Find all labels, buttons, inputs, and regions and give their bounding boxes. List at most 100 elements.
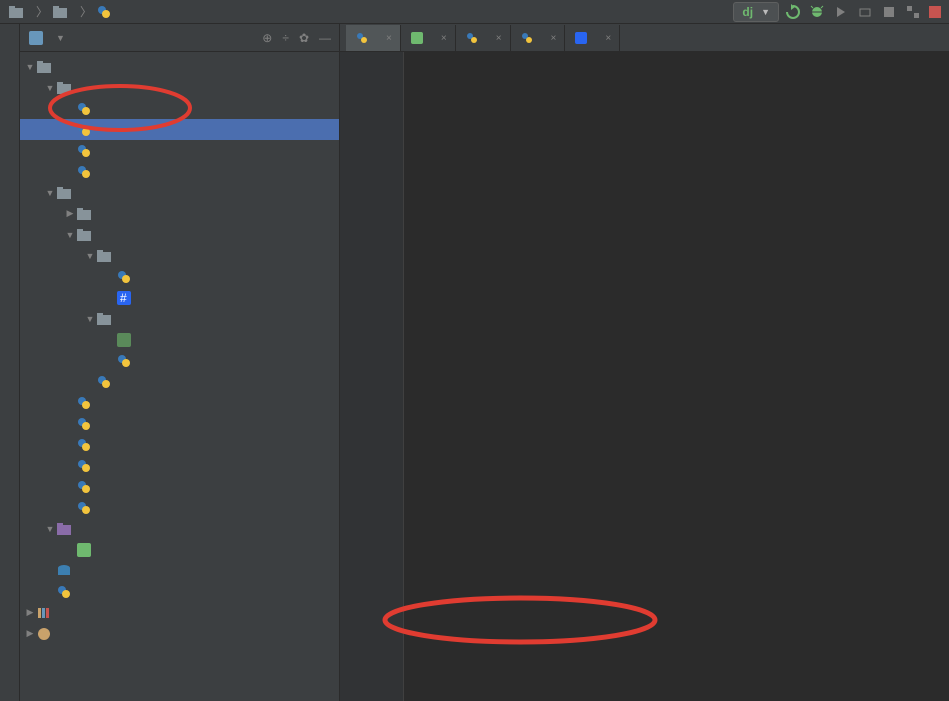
folder-icon [56, 522, 72, 536]
python-file-icon [76, 438, 92, 452]
folder-icon [56, 186, 72, 200]
run-config-dropdown[interactable]: dj ▼ [733, 2, 779, 22]
run-tests-icon[interactable] [833, 4, 849, 20]
tree-root[interactable]: ▼ [20, 56, 339, 77]
folder-icon [76, 228, 92, 242]
python-file-icon [354, 31, 370, 45]
css-file-icon [573, 31, 589, 45]
tree-file-initpy4[interactable] [20, 392, 339, 413]
hide-icon[interactable]: — [319, 31, 331, 45]
library-icon [36, 606, 52, 620]
tree-file-init[interactable] [20, 98, 339, 119]
folder-icon [96, 312, 112, 326]
python-file-icon [76, 165, 92, 179]
close-icon[interactable]: × [382, 33, 392, 44]
tree-file-manage[interactable] [20, 581, 339, 602]
image-file-icon [116, 333, 132, 347]
django-icon: dj [742, 5, 753, 19]
python-file-icon [96, 5, 112, 19]
close-icon[interactable]: × [492, 33, 502, 44]
tab-quickstyle[interactable]: × [565, 25, 620, 51]
close-icon[interactable]: × [547, 33, 557, 44]
tree-file-admin[interactable] [20, 413, 339, 434]
db-file-icon [56, 564, 72, 578]
tree-file-urls[interactable] [20, 140, 339, 161]
tree-scratches[interactable]: ▶ [20, 623, 339, 644]
tree-file-models[interactable] [20, 455, 339, 476]
tree-file-saints[interactable] [20, 329, 339, 350]
tree-file-views[interactable] [20, 497, 339, 518]
tree-folder-templates[interactable]: ▼ [20, 518, 339, 539]
tree-folder-quick[interactable]: ▼ [20, 182, 339, 203]
chevron-down-icon: ▼ [761, 7, 770, 17]
project-icon [28, 31, 44, 45]
tree-file-initpy3[interactable] [20, 371, 339, 392]
tree-file-db[interactable] [20, 560, 339, 581]
chevron-down-icon[interactable]: ▼ [56, 33, 65, 43]
css-file-icon: # [116, 291, 132, 305]
line-number-gutter[interactable] [340, 52, 390, 701]
tab-urls[interactable]: × [511, 25, 566, 51]
tools-icon[interactable] [905, 4, 921, 20]
svg-text:#: # [120, 291, 127, 305]
close-icon[interactable]: × [437, 33, 447, 44]
tree-file-tests[interactable] [20, 476, 339, 497]
attach-icon[interactable] [857, 4, 873, 20]
stop-icon[interactable] [881, 4, 897, 20]
project-panel-header: ▼ ⊕ ÷ ✿ — [20, 24, 339, 52]
tree-file-initpy[interactable] [20, 266, 339, 287]
folder-icon [56, 81, 72, 95]
gear-icon[interactable]: ✿ [299, 31, 309, 45]
tree-folder-djangoquick[interactable]: ▼ [20, 77, 339, 98]
breadcrumb: 〉 〉 [8, 3, 727, 20]
tree-folder-static[interactable]: ▼ [20, 224, 339, 245]
python-file-icon [76, 417, 92, 431]
tree-file-quickstyle[interactable]: # [20, 287, 339, 308]
scratch-icon [36, 627, 52, 641]
collapse-icon[interactable]: ÷ [282, 31, 289, 45]
tree-folder-migrations[interactable]: ▶ [20, 203, 339, 224]
tree-folder-image[interactable]: ▼ [20, 308, 339, 329]
project-tree[interactable]: ▼ ▼ ▼ ▶ ▼ ▼ # ▼ ▼ ▶ [20, 52, 339, 701]
toolbar [785, 4, 941, 20]
python-file-icon [76, 396, 92, 410]
tree-folder-css[interactable]: ▼ [20, 245, 339, 266]
tab-settings[interactable]: × [346, 25, 401, 51]
folder-icon [52, 5, 68, 19]
fold-gutter[interactable] [390, 52, 404, 701]
python-file-icon [76, 144, 92, 158]
debug-icon[interactable] [809, 4, 825, 20]
python-file-icon [116, 354, 132, 368]
python-file-icon [76, 102, 92, 116]
target-icon[interactable]: ⊕ [262, 31, 272, 45]
folder-icon [36, 60, 52, 74]
chevron-right-icon: 〉 [36, 3, 48, 20]
editor-area: × × × × × [340, 24, 949, 701]
title-bar: 〉 〉 dj ▼ [0, 0, 949, 24]
python-file-icon [76, 501, 92, 515]
side-rail[interactable] [0, 24, 20, 701]
html-file-icon [76, 543, 92, 557]
python-file-icon [116, 270, 132, 284]
folder-icon [96, 249, 112, 263]
code-editor[interactable] [404, 52, 949, 701]
python-file-icon [76, 123, 92, 137]
tree-file-wsgi[interactable] [20, 161, 339, 182]
tree-file-staticexample[interactable] [20, 539, 339, 560]
stop-indicator [929, 6, 941, 18]
tree-file-settings[interactable] [20, 119, 339, 140]
folder-icon [76, 207, 92, 221]
tab-staticexample[interactable]: × [401, 25, 456, 51]
tree-file-initpy2[interactable] [20, 350, 339, 371]
tab-views[interactable]: × [456, 25, 511, 51]
close-icon[interactable]: × [601, 33, 611, 44]
python-file-icon [96, 375, 112, 389]
editor-body[interactable] [340, 52, 949, 701]
python-file-icon [76, 459, 92, 473]
editor-tabs: × × × × × [340, 24, 949, 52]
python-file-icon [519, 31, 535, 45]
tree-file-apps[interactable] [20, 434, 339, 455]
chevron-right-icon: 〉 [80, 3, 92, 20]
restart-icon[interactable] [785, 4, 801, 20]
tree-external-libs[interactable]: ▶ [20, 602, 339, 623]
